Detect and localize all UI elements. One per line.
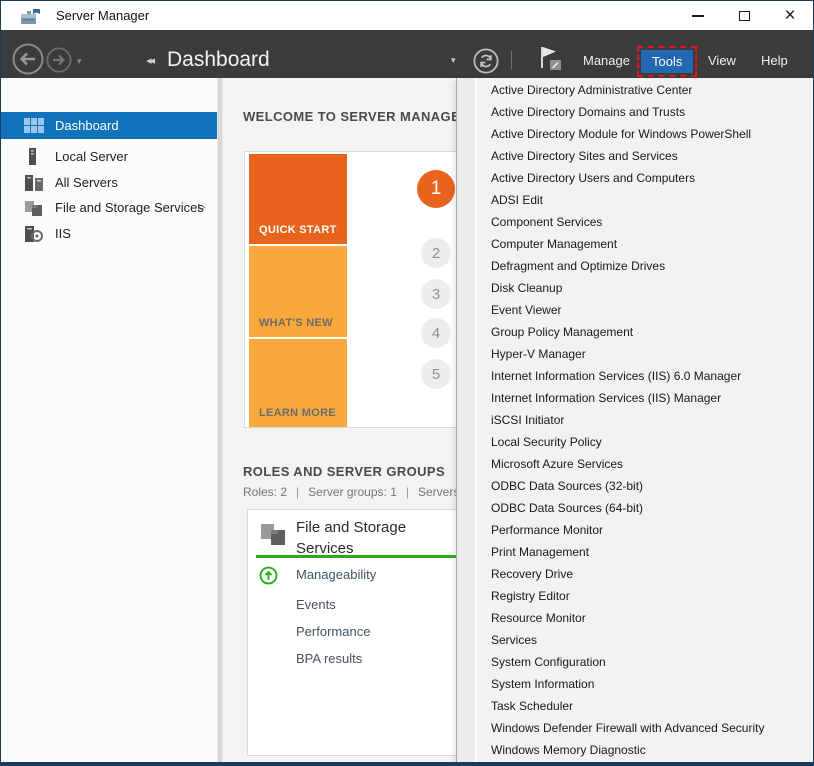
tools-menu-item[interactable]: System Information [457, 673, 813, 695]
all-servers-icon [24, 174, 44, 192]
menu-tools[interactable]: Tools [641, 50, 693, 73]
tools-menu-item[interactable]: Print Management [457, 541, 813, 563]
address-dropdown-icon[interactable]: ▾ [451, 55, 456, 66]
sidebar-item-file-storage-services[interactable]: File and Storage Services ▷ [1, 195, 217, 220]
sidebar-item-local-server[interactable]: Local Server [1, 144, 217, 169]
servers-count: Servers [418, 485, 459, 499]
step-5-badge: 5 [421, 359, 451, 389]
sidebar: Dashboard Local Server All Servers [1, 78, 217, 762]
bpa-results-link[interactable]: BPA results [296, 651, 362, 668]
tools-menu-item[interactable]: Event Viewer [457, 299, 813, 321]
tools-menu-item[interactable]: Component Services [457, 211, 813, 233]
card-title-line1: File and Storage [296, 517, 406, 538]
whats-new-tab[interactable]: WHAT'S NEW [249, 246, 347, 337]
tools-menu-item[interactable]: ODBC Data Sources (64-bit) [457, 497, 813, 519]
sidebar-item-label: IIS [55, 226, 71, 241]
file-storage-services-icon [24, 199, 44, 217]
tools-menu-item[interactable]: Windows Memory Diagnostic [457, 739, 813, 761]
tools-menu-item[interactable]: Resource Monitor [457, 607, 813, 629]
tools-menu-item[interactable]: Internet Information Services (IIS) Mana… [457, 387, 813, 409]
minimize-icon [692, 15, 704, 17]
tools-dropdown-menu: Active Directory Administrative CenterAc… [456, 78, 813, 766]
tools-menu-item[interactable]: iSCSI Initiator [457, 409, 813, 431]
sidebar-item-label: File and Storage Services [55, 200, 204, 215]
back-button[interactable] [12, 43, 44, 75]
quick-start-tab[interactable]: QUICK START [249, 154, 347, 244]
tools-menu-item[interactable]: Active Directory Users and Computers [457, 167, 813, 189]
sidebar-item-label: Dashboard [55, 118, 119, 133]
card-title[interactable]: File and Storage Services [296, 517, 406, 559]
server-manager-app-icon [20, 8, 41, 25]
collapse-breadcrumb-icon[interactable]: ◂◂ [146, 54, 153, 67]
tools-menu-item[interactable]: Local Security Policy [457, 431, 813, 453]
forward-button[interactable] [46, 47, 72, 73]
window-title: Server Manager [56, 8, 149, 23]
step-2-badge: 2 [421, 238, 451, 268]
step-3-badge: 3 [421, 279, 451, 309]
tools-menu-item[interactable]: Active Directory Sites and Services [457, 145, 813, 167]
toolbar-separator [511, 51, 512, 70]
navigation-bar: ▾ ◂◂ Dashboard ▾ Manage Tools View Help [1, 30, 813, 78]
quick-start-label: QUICK START [259, 224, 337, 236]
roles-summary: Roles: 2|Server groups: 1|Servers [243, 485, 459, 499]
maximize-button[interactable] [721, 1, 767, 30]
tools-menu-item[interactable]: Services [457, 629, 813, 651]
tools-menu-item[interactable]: Registry Editor [457, 585, 813, 607]
sidebar-item-all-servers[interactable]: All Servers [1, 170, 217, 195]
tools-menu-item[interactable]: Defragment and Optimize Drives [457, 255, 813, 277]
server-manager-window: Server Manager × ▾ ◂◂ Dashboard ▾ [0, 0, 814, 766]
roles-count: Roles: 2 [243, 485, 287, 499]
tools-menu-item[interactable]: Active Directory Domains and Trusts [457, 101, 813, 123]
tools-menu-item[interactable]: Active Directory Administrative Center [457, 79, 813, 101]
summary-separator: | [287, 485, 308, 499]
notifications-flag-icon[interactable] [537, 44, 563, 74]
close-icon: × [784, 6, 795, 25]
tools-menu-item[interactable]: ODBC Data Sources (32-bit) [457, 475, 813, 497]
tools-menu-item[interactable]: ADSI Edit [457, 189, 813, 211]
manageability-link[interactable]: Manageability [296, 567, 376, 584]
tools-menu-item[interactable]: Group Policy Management [457, 321, 813, 343]
tools-menu-item[interactable]: System Configuration [457, 651, 813, 673]
minimize-button[interactable] [675, 1, 721, 30]
tools-menu-item[interactable]: Disk Cleanup [457, 277, 813, 299]
whats-new-label: WHAT'S NEW [259, 317, 333, 329]
tools-menu-item[interactable]: Active Directory Module for Windows Powe… [457, 123, 813, 145]
dashboard-grid-icon [24, 117, 44, 135]
tools-menu-item[interactable]: Hyper-V Manager [457, 343, 813, 365]
tools-highlight-annotation: Tools [637, 46, 697, 77]
close-button[interactable]: × [767, 1, 813, 30]
tools-menu-item[interactable]: Windows Defender Firewall with Advanced … [457, 717, 813, 739]
iis-icon [24, 225, 44, 243]
server-groups-count: Server groups: 1 [308, 485, 397, 499]
step-1-badge: 1 [417, 170, 455, 208]
summary-separator: | [397, 485, 418, 499]
tools-menu-item[interactable]: Performance Monitor [457, 519, 813, 541]
sidebar-item-dashboard[interactable]: Dashboard [1, 112, 217, 139]
events-link[interactable]: Events [296, 597, 336, 614]
roles-section-header: ROLES AND SERVER GROUPS [243, 464, 445, 479]
file-storage-services-icon [260, 522, 288, 548]
manageability-status-icon [259, 566, 278, 585]
step-4-badge: 4 [421, 318, 451, 348]
performance-link[interactable]: Performance [296, 624, 370, 641]
tools-menu-list: Active Directory Administrative CenterAc… [457, 79, 813, 761]
sidebar-item-label: All Servers [55, 175, 118, 190]
sidebar-item-label: Local Server [55, 149, 128, 164]
sidebar-item-iis[interactable]: IIS [1, 221, 217, 246]
refresh-button[interactable] [473, 48, 499, 74]
local-server-icon [24, 148, 44, 166]
tools-menu-item[interactable]: Internet Information Services (IIS) 6.0 … [457, 365, 813, 387]
chevron-expand-icon[interactable]: ▷ [198, 202, 206, 213]
tools-menu-item[interactable]: Microsoft Azure Services [457, 453, 813, 475]
tools-menu-item[interactable]: Computer Management [457, 233, 813, 255]
maximize-icon [739, 11, 750, 21]
welcome-section-header: WELCOME TO SERVER MANAGE [243, 109, 460, 124]
tools-menu-item[interactable]: Recovery Drive [457, 563, 813, 585]
learn-more-tab[interactable]: LEARN MORE [249, 339, 347, 427]
history-dropdown-icon[interactable]: ▾ [77, 56, 82, 67]
tools-menu-item[interactable]: Task Scheduler [457, 695, 813, 717]
page-title: Dashboard [167, 48, 270, 72]
learn-more-label: LEARN MORE [259, 407, 336, 419]
title-bar: Server Manager × [1, 1, 813, 30]
